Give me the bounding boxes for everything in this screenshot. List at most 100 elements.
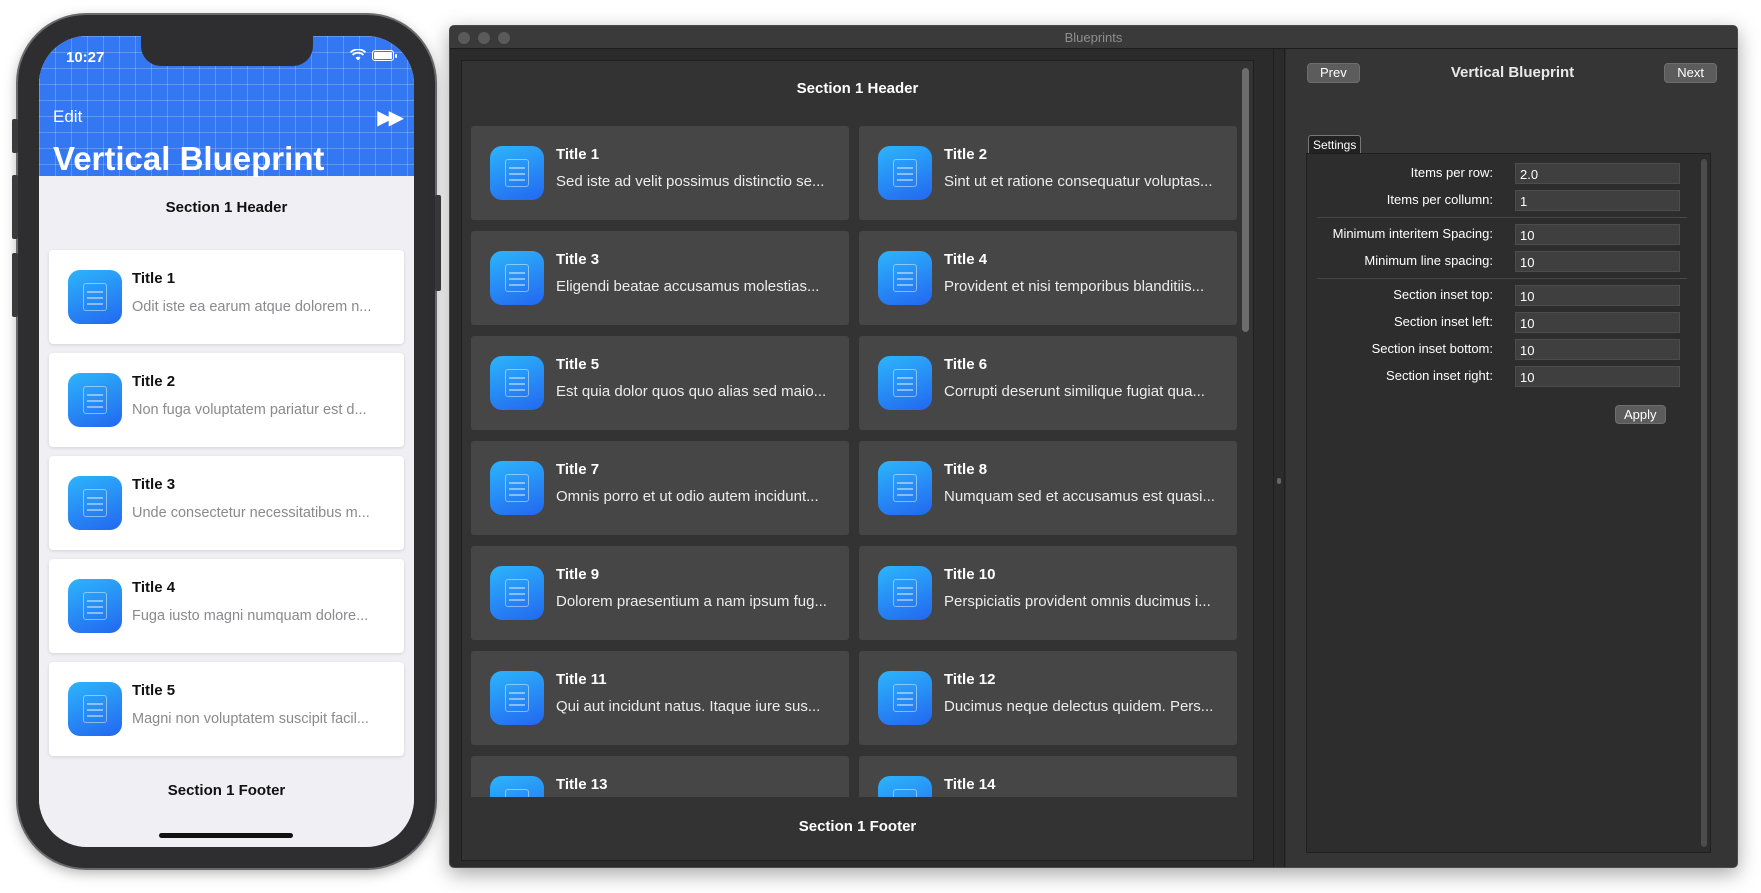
min-interitem-spacing-field[interactable]: 10: [1515, 224, 1680, 245]
min-interitem-spacing-label: Minimum interitem Spacing:: [1332, 226, 1493, 241]
grid-item[interactable]: Title 6 Corrupti deserunt similique fugi…: [859, 336, 1237, 430]
item-title: Title 4: [944, 251, 988, 268]
grid-item[interactable]: Title 3 Eligendi beatae accusamus molest…: [471, 231, 849, 325]
item-subtitle: Odit iste ea earum atque dolorem n...: [132, 299, 372, 315]
min-line-spacing-label: Minimum line spacing:: [1364, 253, 1493, 268]
wifi-icon: [350, 49, 366, 61]
item-subtitle: Omnis porro et ut odio autem incidunt...: [556, 488, 819, 505]
settings-scrollbar[interactable]: [1701, 159, 1707, 847]
app-icon: [490, 566, 544, 620]
list-item[interactable]: Title 1 Odit iste ea earum atque dolorem…: [49, 250, 404, 344]
grid-item[interactable]: Title 9 Dolorem praesentium a nam ipsum …: [471, 546, 849, 640]
section-header: Section 1 Header: [165, 199, 288, 216]
item-subtitle: Fuga iusto magni numquam dolore...: [132, 608, 369, 624]
list-item[interactable]: Title 4 Fuga iusto magni numquam dolore.…: [49, 559, 404, 653]
item-title: Title 9: [556, 566, 600, 583]
app-icon: [490, 671, 544, 725]
item-subtitle: Sint ut et ratione consequatur voluptas.…: [944, 173, 1213, 190]
window-title: Blueprints: [1064, 30, 1123, 45]
app-icon: [490, 776, 544, 797]
separator: [1317, 217, 1687, 218]
item-title: Title 2: [132, 373, 176, 390]
app-icon: [68, 476, 122, 530]
grid-item[interactable]: Title 2 Sint ut et ratione consequatur v…: [859, 126, 1237, 220]
grid-item[interactable]: Title 7 Omnis porro et ut odio autem inc…: [471, 441, 849, 535]
app-icon: [878, 356, 932, 410]
section-inset-right-field[interactable]: 10: [1515, 366, 1680, 387]
grid-item[interactable]: Title 10 Perspiciatis provident omnis du…: [859, 546, 1237, 640]
items-per-column-label: Items per collumn:: [1386, 192, 1493, 207]
grid-item[interactable]: Title 4 Provident et nisi temporibus bla…: [859, 231, 1237, 325]
section-inset-right-label: Section inset right:: [1386, 368, 1493, 383]
item-subtitle: Qui aut incidunt natus. Itaque iure sus.…: [556, 698, 821, 715]
grid-item[interactable]: Title 1 Sed iste ad velit possimus disti…: [471, 126, 849, 220]
phone-collection-view[interactable]: Title 1 Odit iste ea earum atque dolorem…: [39, 240, 414, 773]
item-title: Title 2: [944, 146, 988, 163]
split-view-divider[interactable]: [1273, 49, 1285, 867]
grid-item[interactable]: Title 14: [859, 756, 1237, 797]
app-icon: [68, 373, 122, 427]
fast-forward-icon[interactable]: ▶▶: [377, 105, 404, 130]
item-subtitle: Eligendi beatae accusamus molestias...: [556, 278, 820, 295]
item-subtitle: Numquam sed et accusamus est quasi...: [944, 488, 1215, 505]
item-subtitle: Corrupti deserunt similique fugiat qua..…: [944, 383, 1205, 400]
grid-item[interactable]: Title 5 Est quia dolor quos quo alias se…: [471, 336, 849, 430]
item-title: Title 13: [556, 776, 608, 793]
status-icons: [350, 49, 397, 61]
grid-item[interactable]: Title 13: [471, 756, 849, 797]
app-icon: [878, 461, 932, 515]
item-title: Title 7: [556, 461, 600, 478]
item-title: Title 12: [944, 671, 996, 688]
app-icon: [878, 776, 932, 797]
section-inset-top-field[interactable]: 10: [1515, 285, 1680, 306]
apply-button[interactable]: Apply: [1615, 405, 1666, 424]
grid-item[interactable]: Title 11 Qui aut incidunt natus. Itaque …: [471, 651, 849, 745]
app-icon: [68, 682, 122, 736]
section-inset-left-field[interactable]: 10: [1515, 312, 1680, 333]
phone-screen: 10:27 Edit ▶▶ Vertical Blueprint Section…: [39, 36, 414, 847]
item-title: Title 11: [556, 671, 607, 688]
battery-icon: [372, 49, 397, 61]
items-per-row-field[interactable]: 2.0: [1515, 163, 1680, 184]
app-icon: [490, 356, 544, 410]
item-subtitle: Est quia dolor quos quo alias sed maio..…: [556, 383, 827, 400]
item-title: Title 1: [132, 270, 176, 287]
collection-grid[interactable]: Title 1 Sed iste ad velit possimus disti…: [462, 117, 1253, 797]
next-button[interactable]: Next: [1664, 63, 1717, 83]
item-subtitle: Magni non voluptatem suscipit facil...: [132, 711, 369, 727]
large-title: Vertical Blueprint: [53, 140, 325, 177]
iphone-simulator: 10:27 Edit ▶▶ Vertical Blueprint Section…: [12, 15, 441, 868]
side-button: [435, 195, 441, 291]
item-title: Title 1: [556, 146, 600, 163]
list-item[interactable]: Title 2 Non fuga voluptatem pariatur est…: [49, 353, 404, 447]
home-indicator[interactable]: [159, 833, 293, 838]
item-subtitle: Sed iste ad velit possimus distinctio se…: [556, 173, 825, 190]
grid-item[interactable]: Title 8 Numquam sed et accusamus est qua…: [859, 441, 1237, 535]
title-bar[interactable]: Blueprints: [450, 26, 1737, 49]
items-per-column-field[interactable]: 1: [1515, 190, 1680, 211]
app-icon: [878, 251, 932, 305]
item-subtitle: Non fuga voluptatem pariatur est d...: [132, 402, 367, 418]
divider-handle-icon[interactable]: [1277, 478, 1281, 484]
section-inset-bottom-field[interactable]: 10: [1515, 339, 1680, 360]
app-icon: [878, 146, 932, 200]
app-icon: [490, 146, 544, 200]
app-icon: [490, 461, 544, 515]
section-inset-bottom-label: Section inset bottom:: [1371, 341, 1493, 356]
blueprints-window: Blueprints Section 1 Header Title 1 Sed …: [449, 25, 1738, 868]
section-inset-top-label: Section inset top:: [1393, 287, 1493, 302]
grid-item[interactable]: Title 12 Ducimus neque delectus quidem. …: [859, 651, 1237, 745]
app-icon: [878, 566, 932, 620]
settings-sidebar: Prev Vertical Blueprint Next Settings It…: [1286, 49, 1737, 867]
list-item[interactable]: Title 5 Magni non voluptatem suscipit fa…: [49, 662, 404, 756]
app-icon: [878, 671, 932, 725]
min-line-spacing-field[interactable]: 10: [1515, 251, 1680, 272]
item-title: Title 6: [944, 356, 988, 373]
collection-scrollbar[interactable]: [1242, 68, 1249, 332]
item-subtitle: Dolorem praesentium a nam ipsum fug...: [556, 593, 827, 610]
tab-settings[interactable]: Settings: [1308, 135, 1362, 154]
mac-collection-view[interactable]: Section 1 Header Title 1 Sed iste ad vel…: [461, 60, 1254, 861]
edit-button[interactable]: Edit: [53, 107, 82, 127]
list-item[interactable]: Title 3 Unde consectetur necessitatibus …: [49, 456, 404, 550]
section-inset-left-label: Section inset left:: [1394, 314, 1493, 329]
